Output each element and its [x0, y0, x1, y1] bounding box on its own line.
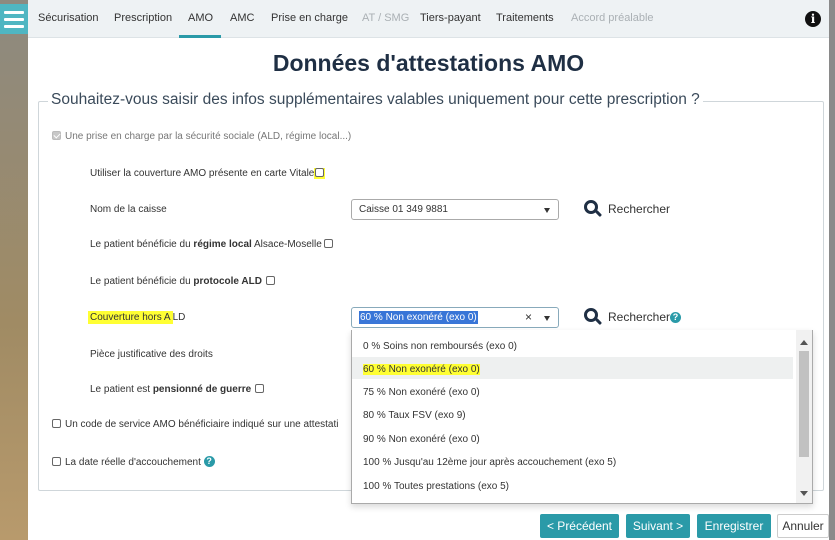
fieldset-legend: Souhaitez-vous saisir des infos suppléme… — [48, 91, 703, 109]
utiliser-couverture-label: Utiliser la couverture AMO présente en c… — [90, 168, 315, 179]
pensionne-bold: pensionné de guerre — [152, 384, 252, 395]
regime-local-bold: régime local — [193, 239, 252, 250]
scroll-down-icon[interactable] — [800, 491, 808, 496]
page-title: Données d'attestations AMO — [272, 50, 585, 76]
precedent-button[interactable]: < Précédent — [540, 514, 619, 538]
piece-justificative-label: Pièce justificative des droits — [90, 349, 213, 360]
regime-local-suffix: Alsace-Moselle — [251, 239, 322, 250]
dropdown-option[interactable]: 80 % Taux FSV (exo 9) — [352, 403, 793, 425]
prise-en-charge-row: Une prise en charge par la sécurité soci… — [52, 131, 351, 142]
enregistrer-button[interactable]: Enregistrer — [697, 514, 771, 538]
couverture-value: 60 % Non exonéré (exo 0) — [359, 311, 478, 324]
tab-tiers-payant[interactable]: Tiers-payant — [420, 12, 481, 24]
chevron-down-icon — [544, 316, 550, 321]
prise-en-charge-checkbox[interactable] — [52, 131, 61, 140]
rechercher-couverture-button[interactable]: Rechercher? — [584, 308, 682, 326]
couverture-rest-text: LD — [172, 312, 186, 323]
chevron-down-icon — [544, 208, 550, 213]
search-icon — [584, 200, 603, 218]
date-accouchement-row: La date réelle d'accouchement ? — [52, 456, 215, 468]
nom-caisse-label: Nom de la caisse — [90, 204, 167, 215]
dropdown-option[interactable]: 100 % Toutes prestations (exo 5) — [352, 474, 793, 496]
date-accouchement-checkbox[interactable] — [52, 457, 61, 466]
dropdown-option[interactable]: 0 % Soins non remboursés (exo 0) — [352, 334, 793, 356]
regime-local-text: Le patient bénéficie du — [90, 239, 194, 250]
regime-local-row: Le patient bénéficie du régime local Als… — [90, 239, 333, 250]
clear-icon[interactable]: × — [525, 310, 532, 324]
protocole-ald-row: Le patient bénéficie du protocole ALD — [90, 276, 275, 287]
tab-prescription[interactable]: Prescription — [114, 12, 172, 24]
date-accouchement-label: La date réelle d'accouchement — [65, 457, 201, 468]
protocole-text: Le patient bénéficie du — [90, 276, 194, 287]
rechercher-label: Rechercher — [608, 310, 671, 324]
amo-dialog: Sécurisation Prescription AMO AMC Prise … — [28, 0, 829, 540]
utiliser-couverture-row: Utiliser la couverture AMO présente en c… — [90, 168, 326, 179]
background-right — [829, 0, 835, 540]
rechercher-caisse-button[interactable]: Rechercher — [584, 200, 670, 218]
code-service-row: Un code de service AMO bénéficiaire indi… — [52, 419, 339, 430]
help-icon[interactable]: ? — [670, 311, 682, 323]
dropdown-option[interactable]: 75 % Non exonéré (exo 0) — [352, 380, 793, 402]
tab-bar: Sécurisation Prescription AMO AMC Prise … — [28, 0, 829, 38]
dropdown-option[interactable]: 60 % Non exonéré (exo 0) — [352, 357, 793, 379]
rechercher-label: Rechercher — [608, 202, 671, 216]
pensionne-guerre-checkbox[interactable] — [255, 384, 265, 393]
tab-traitements[interactable]: Traitements — [496, 12, 554, 24]
prise-en-charge-label: Une prise en charge par la sécurité soci… — [65, 131, 352, 142]
active-tab-indicator — [179, 35, 221, 38]
tab-amo[interactable]: AMO — [188, 12, 213, 24]
search-icon — [584, 308, 603, 326]
code-service-checkbox[interactable] — [52, 419, 61, 428]
utiliser-couverture-checkbox[interactable] — [315, 168, 325, 177]
nom-caisse-select[interactable]: Caisse 01 349 9881 — [351, 199, 559, 220]
couverture-hors-ald-select[interactable]: 60 % Non exonéré (exo 0) × — [351, 307, 559, 328]
background-left — [0, 0, 28, 540]
tab-at-smg: AT / SMG — [362, 12, 410, 24]
info-icon[interactable]: i — [805, 11, 821, 27]
tab-accord-prealable: Accord préalable — [571, 12, 654, 24]
scroll-up-icon[interactable] — [800, 340, 808, 345]
pensionne-guerre-row: Le patient est pensionné de guerre — [90, 384, 265, 395]
help-icon[interactable]: ? — [203, 456, 215, 467]
scroll-thumb[interactable] — [799, 351, 809, 457]
dropdown-option[interactable]: 100 % Jusqu'au 12ème jour après accouche… — [352, 450, 793, 472]
annuler-button[interactable]: Annuler — [777, 514, 829, 538]
tab-securisation[interactable]: Sécurisation — [38, 12, 99, 24]
couverture-hors-ald-label: Couverture hors A LD — [88, 311, 186, 324]
suivant-button[interactable]: Suivant > — [626, 514, 690, 538]
protocole-bold: protocole ALD — [193, 276, 262, 287]
nom-caisse-value: Caisse 01 349 9881 — [359, 204, 448, 215]
regime-local-checkbox[interactable] — [323, 239, 333, 248]
pensionne-text: Le patient est — [90, 384, 153, 395]
couverture-highlighted-text: Couverture hors A — [88, 311, 173, 324]
protocole-ald-checkbox[interactable] — [265, 276, 275, 285]
dropdown-option[interactable]: 90 % Non exonéré (exo 0) — [352, 427, 793, 449]
couverture-dropdown: 0 % Soins non remboursés (exo 0) 60 % No… — [351, 330, 813, 504]
dropdown-scrollbar[interactable] — [796, 330, 812, 503]
tab-amc[interactable]: AMC — [230, 12, 254, 24]
menu-icon[interactable] — [0, 4, 28, 34]
code-service-label: Un code de service AMO bénéficiaire indi… — [65, 419, 339, 430]
tab-prise-en-charge[interactable]: Prise en charge — [271, 12, 348, 24]
